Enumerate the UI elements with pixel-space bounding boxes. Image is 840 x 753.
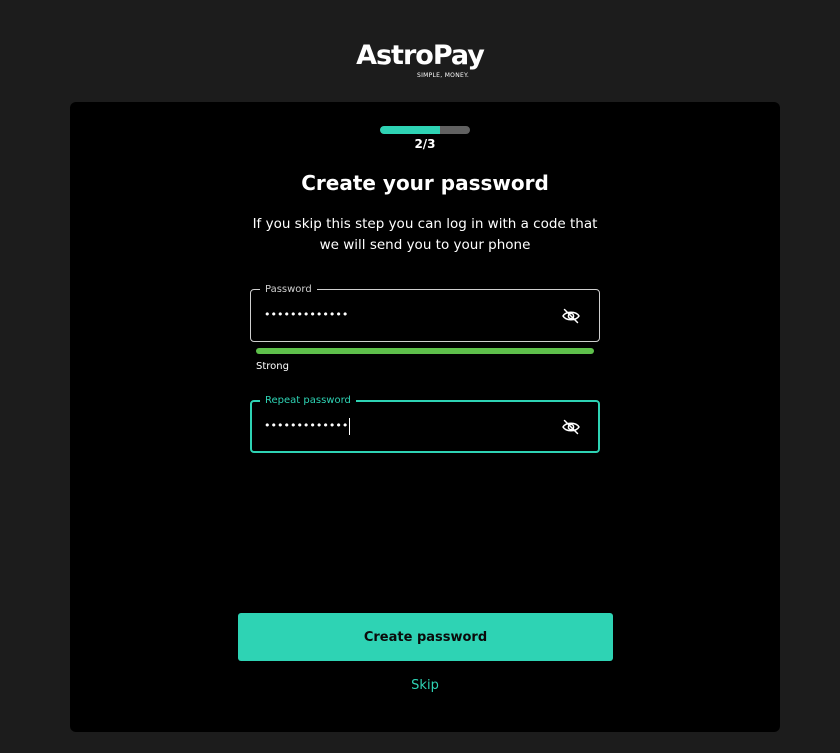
page-subtitle: If you skip this step you can log in wit… <box>252 216 598 253</box>
repeat-password-value: ••••••••••••• <box>264 419 349 432</box>
password-field[interactable]: Password ••••••••••••• <box>250 283 600 342</box>
brand-logo: AstroPay SIMPLE, MONEY. <box>0 40 840 80</box>
password-strength-label: Strong <box>256 361 289 372</box>
create-password-card: 2/3 Create your password If you skip thi… <box>70 102 780 732</box>
step-counter: 2/3 <box>414 137 436 151</box>
password-strength-bar <box>256 348 594 354</box>
password-input[interactable]: ••••••••••••• <box>264 304 544 326</box>
step-progress-fill <box>380 126 441 134</box>
eye-off-icon[interactable] <box>561 306 581 326</box>
page-title: Create your password <box>301 171 549 195</box>
create-password-button[interactable]: Create password <box>238 613 613 661</box>
repeat-password-field-label: Repeat password <box>260 394 356 407</box>
text-caret <box>349 417 351 435</box>
step-progress-bar <box>380 126 470 134</box>
eye-off-icon[interactable] <box>561 417 581 437</box>
repeat-password-input[interactable]: ••••••••••••• <box>264 415 544 437</box>
skip-link[interactable]: Skip <box>70 677 780 695</box>
brand-tagline: SIMPLE, MONEY. <box>416 72 470 79</box>
repeat-password-field[interactable]: Repeat password ••••••••••••• <box>250 394 600 453</box>
password-field-label: Password <box>260 283 317 296</box>
brand-name: AstroPay <box>356 40 485 71</box>
